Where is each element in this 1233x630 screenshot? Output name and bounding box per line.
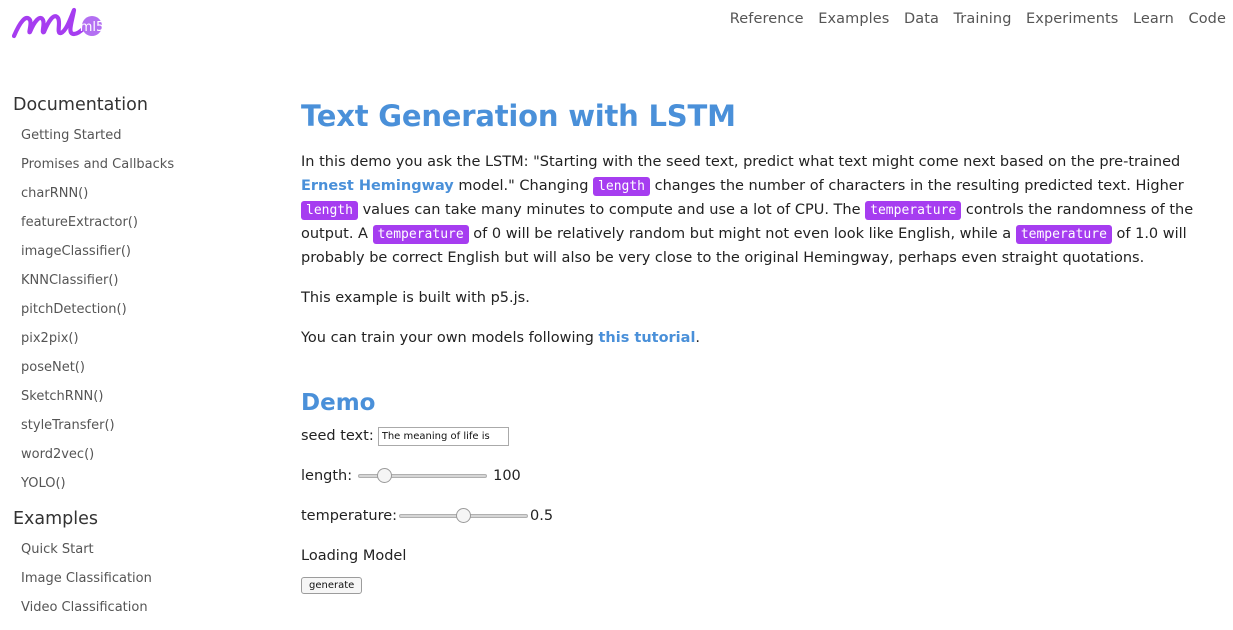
nav-reference[interactable]: Reference bbox=[730, 11, 804, 27]
tutorial-link[interactable]: this tutorial bbox=[598, 330, 695, 346]
nav-examples[interactable]: Examples bbox=[818, 11, 889, 27]
intro-paragraph: In this demo you ask the LSTM: "Starting… bbox=[301, 150, 1221, 270]
length-label: length: bbox=[301, 468, 353, 484]
sidebar-item-quick-start[interactable]: Quick Start bbox=[21, 542, 243, 571]
sidebar-item-video-classification[interactable]: Video Classification bbox=[21, 600, 243, 629]
nav-data[interactable]: Data bbox=[904, 11, 939, 27]
temperature-row: temperature: 0.5 bbox=[301, 504, 1221, 528]
sidebar-item-charrnn[interactable]: charRNN() bbox=[21, 186, 243, 215]
seed-text-input[interactable] bbox=[377, 426, 509, 446]
train-suffix: . bbox=[695, 330, 701, 346]
sidebar-item-featureextractor[interactable]: featureExtractor() bbox=[21, 215, 243, 244]
sidebar: Documentation Getting Started Promises a… bbox=[13, 94, 243, 629]
documentation-list: Getting Started Promises and Callbacks c… bbox=[21, 128, 243, 505]
page-title: Text Generation with LSTM bbox=[301, 99, 736, 133]
code-length: length bbox=[301, 201, 358, 220]
p5-note: This example is built with p5.js. bbox=[301, 290, 530, 306]
sidebar-heading-examples: Examples bbox=[13, 509, 99, 529]
generate-button[interactable]: generate bbox=[301, 577, 363, 594]
code-length: length bbox=[593, 177, 651, 196]
nav-learn[interactable]: Learn bbox=[1133, 11, 1174, 27]
temperature-label: temperature: bbox=[301, 508, 398, 524]
sidebar-item-pix2pix[interactable]: pix2pix() bbox=[21, 331, 243, 360]
intro-text-1: In this demo you ask the LSTM: "Starting… bbox=[301, 154, 1181, 170]
nav-code[interactable]: Code bbox=[1188, 11, 1226, 27]
intro-text-3: changes the number of characters in the … bbox=[650, 178, 1184, 194]
length-slider-thumb[interactable] bbox=[377, 468, 393, 483]
sidebar-item-posenet[interactable]: poseNet() bbox=[21, 360, 243, 389]
sidebar-item-promises-callbacks[interactable]: Promises and Callbacks bbox=[21, 157, 243, 186]
logo-badge-text: ml5 bbox=[80, 20, 104, 35]
code-temperature: temperature bbox=[1015, 225, 1112, 244]
sidebar-item-imageclassifier[interactable]: imageClassifier() bbox=[21, 244, 243, 273]
sidebar-item-word2vec[interactable]: word2vec() bbox=[21, 447, 243, 476]
hemingway-link[interactable]: Ernest Hemingway bbox=[301, 178, 454, 194]
sidebar-item-pitchdetection[interactable]: pitchDetection() bbox=[21, 302, 243, 331]
code-temperature: temperature bbox=[865, 201, 962, 220]
examples-list: Quick Start Image Classification Video C… bbox=[21, 542, 243, 629]
sidebar-item-styletransfer[interactable]: styleTransfer() bbox=[21, 418, 243, 447]
intro-text-2: model." Changing bbox=[453, 178, 594, 194]
length-row: length: 100 bbox=[301, 464, 1221, 488]
seed-label: seed text: bbox=[301, 428, 374, 444]
length-value: 100 bbox=[493, 468, 521, 484]
sidebar-heading-documentation: Documentation bbox=[13, 95, 148, 115]
demo-heading: Demo bbox=[301, 390, 376, 416]
intro-text-6: of 0 will be relatively random but might… bbox=[468, 226, 1016, 242]
temperature-slider[interactable] bbox=[399, 508, 529, 524]
main-content: Text Generation with LSTM In this demo y… bbox=[301, 96, 1221, 594]
nav-experiments[interactable]: Experiments bbox=[1026, 11, 1118, 27]
temperature-value: 0.5 bbox=[530, 508, 554, 524]
model-status: Loading Model bbox=[301, 548, 407, 564]
code-temperature: temperature bbox=[372, 225, 469, 244]
sidebar-item-image-classification[interactable]: Image Classification bbox=[21, 571, 243, 600]
temperature-slider-thumb[interactable] bbox=[456, 508, 472, 523]
intro-text-4: values can take many minutes to compute … bbox=[357, 202, 866, 218]
sidebar-item-knnclassifier[interactable]: KNNClassifier() bbox=[21, 273, 243, 302]
sidebar-item-sketchrnn[interactable]: SketchRNN() bbox=[21, 389, 243, 418]
sidebar-item-yolo[interactable]: YOLO() bbox=[21, 476, 243, 505]
train-paragraph: You can train your own models following … bbox=[301, 326, 1221, 350]
seed-row: seed text: bbox=[301, 424, 1221, 448]
top-navigation: Reference Examples Data Training Experim… bbox=[715, 11, 1226, 27]
train-prefix: You can train your own models following bbox=[301, 330, 599, 346]
length-slider[interactable] bbox=[358, 468, 488, 484]
nav-training[interactable]: Training bbox=[953, 11, 1011, 27]
sidebar-item-getting-started[interactable]: Getting Started bbox=[21, 128, 243, 157]
ml5-logo[interactable]: ml5 bbox=[12, 4, 104, 40]
